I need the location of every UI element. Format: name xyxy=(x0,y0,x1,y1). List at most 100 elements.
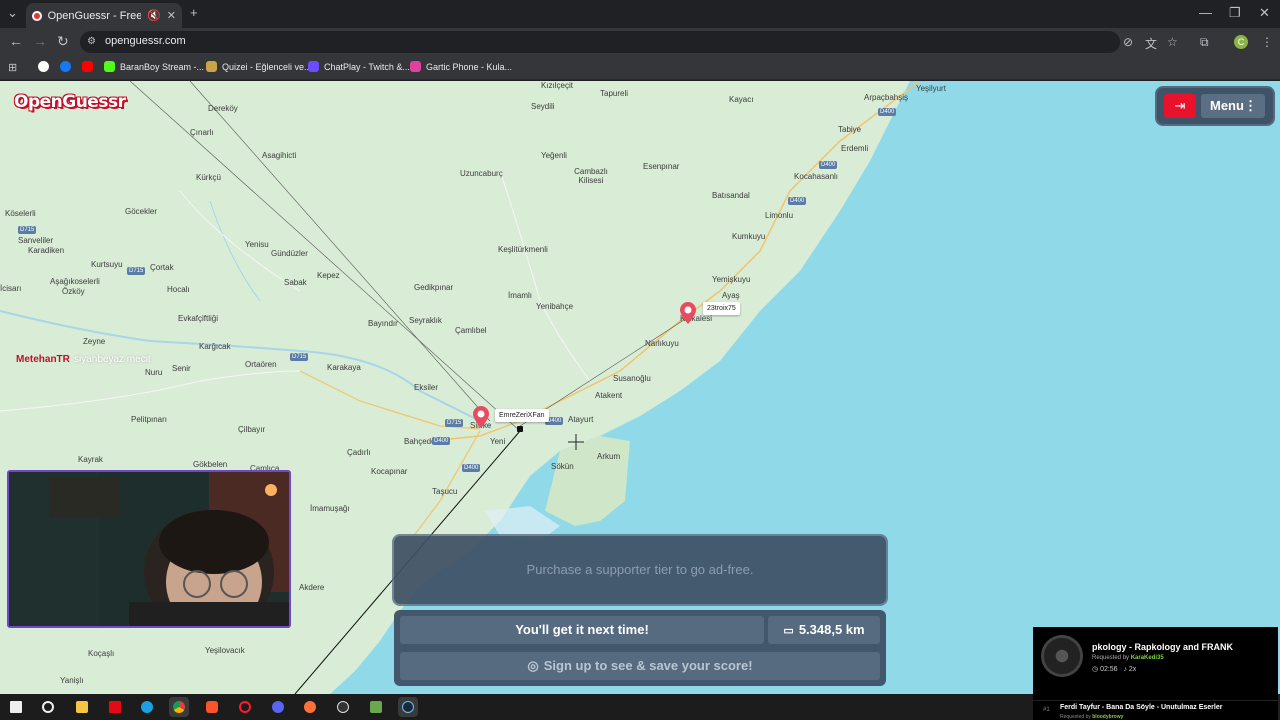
signup-label: Sign up to see & save your score! xyxy=(543,658,753,673)
taskbar-obs[interactable] xyxy=(333,697,353,717)
exit-game-button[interactable]: ⇥ xyxy=(1164,94,1196,118)
mute-tab-icon[interactable]: 🔇 xyxy=(147,9,161,22)
more-vertical-icon: ⋮ xyxy=(1244,98,1257,113)
minimize-icon[interactable]: — xyxy=(1199,6,1212,20)
clock-icon: ◷ xyxy=(1092,666,1099,673)
taskbar-edge[interactable] xyxy=(137,697,157,717)
queue-requested-by: Requested by bloodybrowy xyxy=(1060,714,1123,720)
quizei-icon xyxy=(206,61,217,72)
guess-pin-icon[interactable] xyxy=(680,302,696,324)
exit-icon: ⇥ xyxy=(1174,98,1186,113)
bookmark-youtube[interactable] xyxy=(82,61,93,72)
place-label: Senir xyxy=(172,364,191,373)
taskbar-file-explorer[interactable] xyxy=(72,697,92,717)
start-button[interactable] xyxy=(6,697,26,717)
taskbar-firefox[interactable] xyxy=(300,697,320,717)
guess-pin-icon[interactable] xyxy=(473,406,489,428)
bookmark-label: Quizei - Eğlenceli ve... xyxy=(222,61,312,72)
tab-openguessr[interactable]: OpenGuessr - Free GeoGue 🔇 ✕ xyxy=(26,3,182,28)
translate-icon[interactable]: 文 xyxy=(1145,35,1157,52)
place-label: Yenibahçe xyxy=(536,302,574,311)
windows-icon xyxy=(10,701,22,713)
place-label: Susanoğlu xyxy=(613,374,651,383)
back-icon[interactable]: ← xyxy=(9,33,23,49)
tab-search-icon[interactable]: ⌄ xyxy=(7,6,18,20)
bookmark-gartic[interactable]: Gartic Phone - Kula... xyxy=(410,61,512,72)
place-label: Kürkçü xyxy=(196,173,221,182)
ad-text: Purchase a supporter tier to go ad-free. xyxy=(526,562,754,577)
place-label: Çilbayır xyxy=(238,425,266,434)
chatplay-icon xyxy=(308,61,319,72)
bookmark-google[interactable] xyxy=(38,61,49,72)
song-time: 02:56 xyxy=(1100,666,1118,673)
site-info-icon[interactable]: ⚙ xyxy=(87,36,99,48)
windows-taskbar xyxy=(0,694,1033,720)
queue-number: #1 xyxy=(1043,707,1050,713)
distance-value: 5.348,5 km xyxy=(798,622,865,637)
taskbar-chrome[interactable] xyxy=(169,697,189,717)
bookmark-baranboy[interactable]: BaranBoy Stream -... xyxy=(104,61,204,72)
now-playing-title: pkology - Rapkology and FRANK xyxy=(1092,642,1234,652)
taskbar-steam[interactable] xyxy=(398,697,418,717)
place-label: Yeni xyxy=(490,437,506,446)
address-bar[interactable]: ⚙ openguessr.com xyxy=(80,31,1120,53)
taskbar-discord[interactable] xyxy=(268,697,288,717)
place-label: Sökün xyxy=(551,462,574,471)
place-label: Yemişkuyu xyxy=(712,275,751,284)
openguessr-logo[interactable]: OpenGuessr xyxy=(14,92,126,112)
ad-placeholder[interactable]: Purchase a supporter tier to go ad-free. xyxy=(394,536,886,604)
search-taskbar-button[interactable] xyxy=(38,697,58,717)
place-label: Sanveliler xyxy=(18,236,54,245)
taskbar-minecraft[interactable] xyxy=(366,697,386,717)
stream-viewer-name: MetehanTR xyxy=(16,354,70,365)
place-label: Akdere xyxy=(299,583,325,592)
bookmark-quizei[interactable]: Quizei - Eğlenceli ve... xyxy=(206,61,312,72)
place-label: Uzuncaburç xyxy=(460,169,503,178)
road-shield: D400 xyxy=(819,161,838,169)
requested-by-label: Requested by xyxy=(1092,655,1130,661)
apps-grid-icon[interactable]: ⊞ xyxy=(8,61,17,74)
taskbar-opera[interactable] xyxy=(235,697,255,717)
forward-icon[interactable]: → xyxy=(33,33,47,49)
menu-label: Menu xyxy=(1210,98,1244,113)
taskbar-netflix[interactable] xyxy=(105,697,125,717)
place-label: Evkafçiftliği xyxy=(178,314,219,323)
signup-button[interactable]: ◎ Sign up to see & save your score! xyxy=(400,652,880,680)
netflix-icon xyxy=(109,701,121,713)
taskbar-brave[interactable] xyxy=(202,697,222,717)
road-shield: D400 xyxy=(432,437,451,445)
reload-icon[interactable]: ↻ xyxy=(57,33,69,50)
place-label: Kocahasanlı xyxy=(794,172,839,181)
place-label: Batısandal xyxy=(712,191,750,200)
menu-button[interactable]: Menu ⋮ xyxy=(1201,94,1265,118)
round-result-panel: You'll get it next time! ▭ 5.348,5 km ◎ Si… xyxy=(394,610,886,686)
eye-off-icon[interactable]: ⊘ xyxy=(1123,35,1133,49)
place-label: Hocalı xyxy=(167,285,190,294)
bookmark-label: BaranBoy Stream -... xyxy=(120,61,205,72)
place-label: Kocapınar xyxy=(371,467,408,476)
queue-requester-name: bloodybrowy xyxy=(1092,714,1124,720)
place-label: Tabiye xyxy=(838,125,862,134)
extensions-icon[interactable]: ⧉ xyxy=(1200,35,1209,50)
browser-toolbar: ← → ↻ ⚙ openguessr.com ⊘ 文 ☆ ⧉ C ⋮ xyxy=(0,28,1280,56)
close-tab-icon[interactable]: ✕ xyxy=(167,9,176,22)
bookmark-star-icon[interactable]: ☆ xyxy=(1167,35,1178,49)
place-label: Sabak xyxy=(284,278,307,287)
place-label: Ortaören xyxy=(245,360,277,369)
bookmark-facebook[interactable] xyxy=(60,61,71,72)
new-tab-button[interactable]: + xyxy=(190,6,198,20)
place-label: Taşucu xyxy=(432,487,458,496)
place-label: Asagihicti xyxy=(262,151,297,160)
bookmark-chatplay[interactable]: ChatPlay - Twitch &... xyxy=(308,61,410,72)
place-label: Bayındır xyxy=(368,319,398,328)
place-label: Eksiler xyxy=(414,383,439,392)
more-menu-icon[interactable]: ⋮ xyxy=(1261,35,1273,49)
road-shield: D715 xyxy=(127,267,146,275)
road-shield: D715 xyxy=(445,419,464,427)
place-label: Gedikpınar xyxy=(414,283,454,292)
profile-avatar[interactable]: C xyxy=(1234,35,1248,49)
close-window-icon[interactable]: ✕ xyxy=(1259,6,1270,20)
place-label: Gündüzler xyxy=(271,249,308,258)
restore-icon[interactable]: ❐ xyxy=(1229,6,1241,20)
queue-song-title: Ferdi Tayfur - Bana Da Söyle - Unutulmaz… xyxy=(1060,704,1223,711)
